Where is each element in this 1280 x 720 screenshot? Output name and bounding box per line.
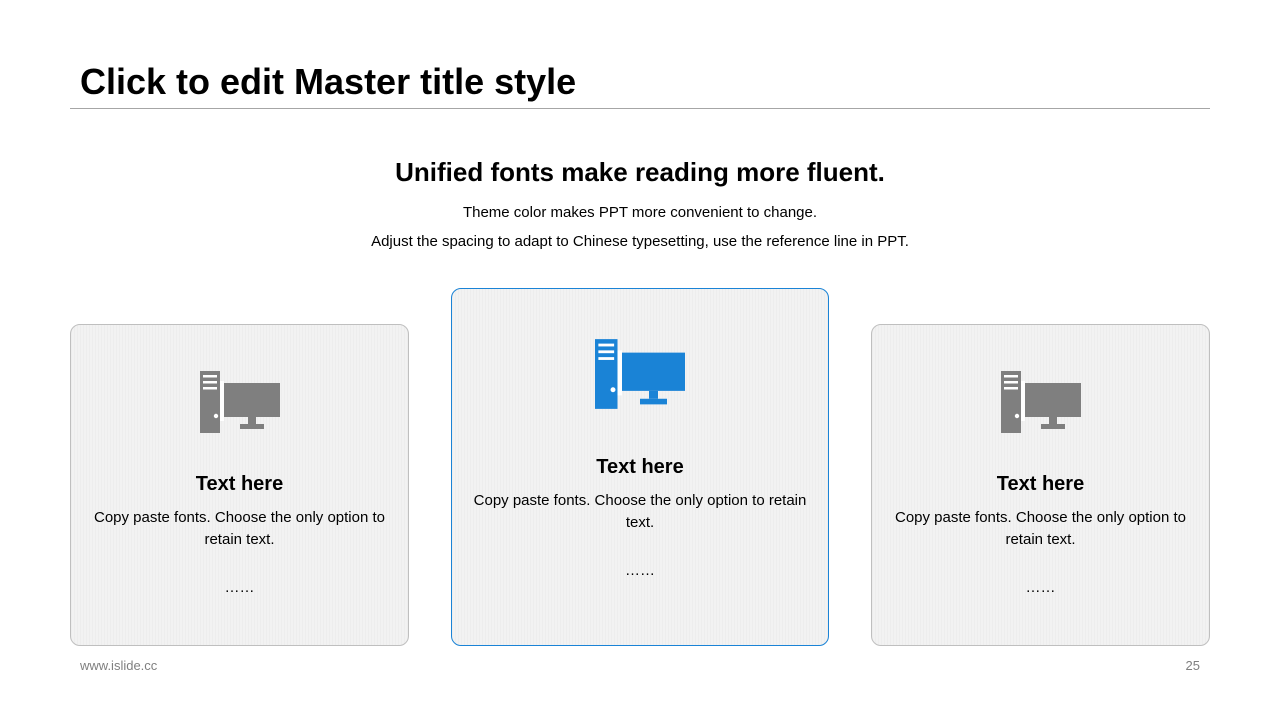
card-body[interactable]: Copy paste fonts. Choose the only option…	[462, 490, 818, 534]
card-title[interactable]: Text here	[872, 471, 1209, 497]
subline-theme-color[interactable]: Theme color makes PPT more convenient to…	[0, 203, 1280, 223]
desktop-computer-icon	[199, 371, 280, 433]
feature-card-center[interactable]: Text here Copy paste fonts. Choose the o…	[451, 288, 829, 646]
footer-website: www.islide.cc	[80, 658, 158, 673]
card-ellipsis[interactable]: ……	[71, 578, 408, 598]
card-title[interactable]: Text here	[452, 454, 828, 480]
card-ellipsis[interactable]: ……	[872, 578, 1209, 598]
headline[interactable]: Unified fonts make reading more fluent.	[0, 155, 1280, 189]
page-number: 25	[1185, 658, 1200, 673]
card-body[interactable]: Copy paste fonts. Choose the only option…	[882, 507, 1199, 551]
slide: Click to edit Master title style Unified…	[0, 0, 1280, 720]
card-ellipsis[interactable]: ……	[452, 561, 828, 581]
desktop-computer-icon	[595, 339, 685, 409]
feature-card-right[interactable]: Text here Copy paste fonts. Choose the o…	[871, 324, 1210, 646]
subline-spacing[interactable]: Adjust the spacing to adapt to Chinese t…	[0, 232, 1280, 252]
title-divider	[70, 108, 1210, 109]
card-title[interactable]: Text here	[71, 471, 408, 497]
feature-card-left[interactable]: Text here Copy paste fonts. Choose the o…	[70, 324, 409, 646]
card-body[interactable]: Copy paste fonts. Choose the only option…	[81, 507, 398, 551]
desktop-computer-icon	[1000, 371, 1081, 433]
slide-title[interactable]: Click to edit Master title style	[80, 58, 576, 106]
